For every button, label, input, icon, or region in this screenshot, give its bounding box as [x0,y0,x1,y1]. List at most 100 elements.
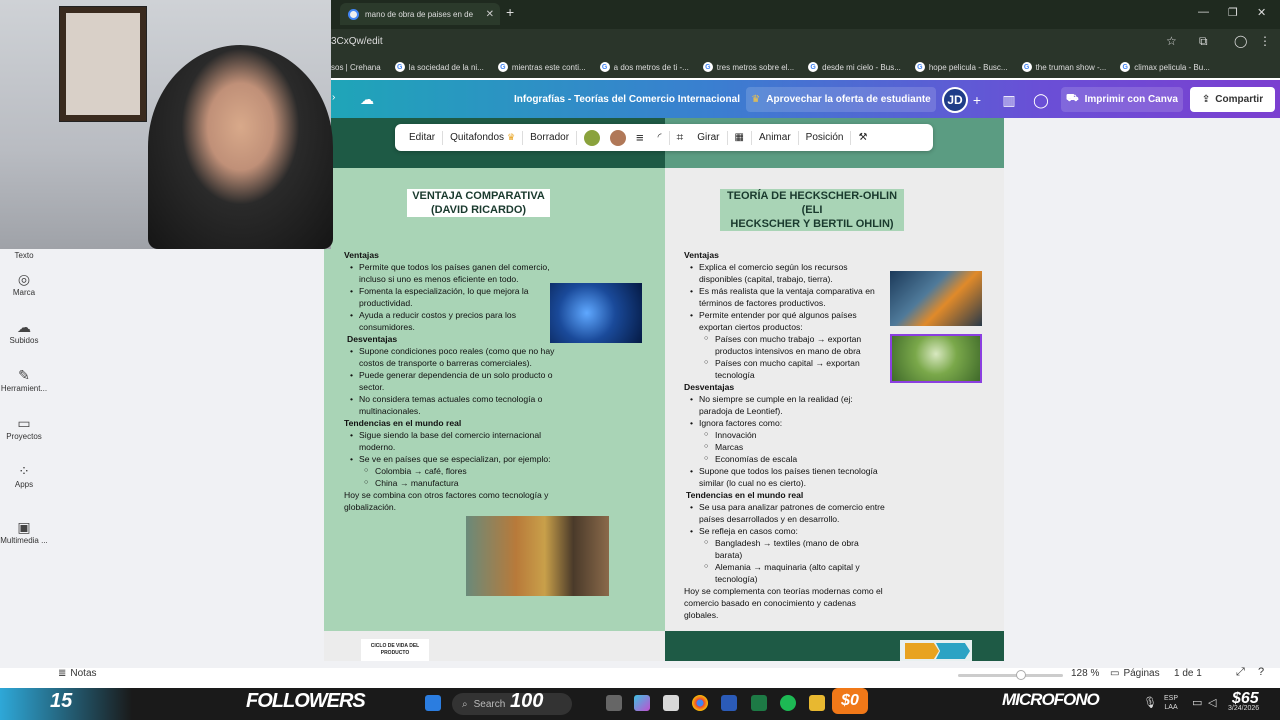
animate-button[interactable]: Animar [752,124,798,151]
sidebar-item-text[interactable]: Texto [0,251,48,260]
copilot-icon[interactable] [634,695,650,711]
list-item: Sigue siendo la base del comercio intern… [344,429,556,453]
profile-icon[interactable]: ◯ [1234,34,1247,48]
task-view-icon[interactable] [606,695,622,711]
add-collaborator-icon[interactable]: + [966,89,988,111]
apps-icon: ⁘ [18,463,30,479]
bookmark-item[interactable]: Gla sociedad de la ni... [394,62,484,72]
spotify-icon[interactable] [780,695,796,711]
list-item: Supone condiciones poco reales (como que… [344,345,556,369]
list-item: Ignora factores como: [684,417,888,429]
zoom-slider[interactable] [958,674,1063,677]
right-slide-title[interactable]: TEORÍA DE HECKSCHER-OHLIN (ELI HECKSCHER… [720,189,904,231]
minimize-icon[interactable]: — [1198,6,1209,18]
remove-background-button[interactable]: Quitafondos ♛ [443,124,522,151]
truck-icon: ⛟ [1066,93,1079,104]
sidebar-item-tools[interactable]: ✎ Herramient... [0,366,48,393]
student-offer-button[interactable]: ♛ Aprovechar la oferta de estudiante [746,87,936,112]
google-icon: G [1120,62,1131,72]
list-item: Permite entender por qué algunos países … [684,309,888,333]
left-slide-body[interactable]: Ventajas Permite que todos los países ga… [344,249,556,513]
language-indicator[interactable]: ESP LAA [1164,694,1178,712]
eraser-button[interactable]: Borrador [523,124,576,151]
list-item: Países con mucho capital → exportan tecn… [684,357,888,381]
extensions-icon[interactable]: ⧉ [1199,34,1208,49]
flip-button[interactable]: Girar [690,124,726,151]
followers-count: 15 [50,690,73,712]
bookmark-item[interactable]: Gthe truman show -... [1021,62,1106,72]
share-button[interactable]: ⇪ Compartir [1190,87,1275,112]
document-title[interactable]: Infografías - Teorías del Comercio Inter… [514,94,740,105]
microphone-icon[interactable]: 🎙 [1143,696,1157,709]
close-window-icon[interactable]: ✕ [1257,6,1266,19]
list-item: Se ve en países que se especializan, por… [344,453,556,465]
cloud-saved-icon[interactable]: ☁ [360,91,374,108]
url-text[interactable]: 3CxQw/edit [331,36,383,47]
left-slide-title[interactable]: VENTAJA COMPARATIVA (DAVID RICARDO) [407,189,550,217]
store-icon[interactable] [663,695,679,711]
zoom-slider-handle[interactable] [1016,670,1026,680]
crop-icon[interactable]: ⌗ [670,124,691,151]
list-item: Innovación [684,429,888,441]
notes-button[interactable]: ≣ Notas [58,668,97,679]
star-icon[interactable]: ☆ [1166,34,1177,48]
sidebar-item-media[interactable]: ▣ Multimedia ... [0,518,48,545]
browser-tab[interactable]: mano de obra de paises en de ✕ [340,3,500,25]
close-tab-icon[interactable]: ✕ [486,9,494,20]
list-item: Es más realista que la ventaja comparati… [684,285,888,309]
color-swatch-1[interactable] [577,124,607,151]
sidebar-item-brand[interactable]: ◎ Marca [0,270,48,297]
arrow-shape-orange [905,643,939,659]
edit-button[interactable]: Editar [402,124,442,151]
factory-robots-image[interactable] [890,271,982,326]
transparency-icon[interactable]: ▦ [728,124,751,151]
volume-icon[interactable]: ◁ [1208,696,1216,709]
comment-icon[interactable]: ◯ [1030,89,1052,111]
file-explorer-icon[interactable] [809,695,825,711]
zoom-level[interactable]: 128 % [1071,668,1099,679]
pages-button[interactable]: ▭ Páginas [1110,668,1160,679]
line-weight-icon[interactable]: ≡ [629,124,651,151]
color-swatch-2[interactable] [607,124,629,151]
list-item: Puede generar dependencia de un solo pro… [344,369,556,393]
help-icon[interactable]: ? [1258,666,1264,678]
paint-roller-icon[interactable]: ⚒ [851,124,874,151]
new-tab-icon[interactable]: + [506,4,514,20]
excel-icon[interactable] [751,695,767,711]
analytics-icon[interactable]: ▥ [998,89,1020,111]
world-network-image[interactable] [550,283,642,343]
cycle-label-box[interactable]: CICLO DE VIDA DEL PRODUCTO [361,639,429,661]
bookmark-item[interactable]: Gtres metros sobre el... [702,62,794,72]
sidebar-item-apps[interactable]: ⁘ Apps [0,462,48,489]
bookmark-item[interactable]: sos | Crehana [331,63,381,72]
list-item: No siempre se cumple en la realidad (ej:… [684,393,888,417]
bookmark-item[interactable]: Ghope pelicula - Busc... [914,62,1008,72]
bookmark-item[interactable]: Gdesde mi cielo - Bus... [808,62,901,72]
overlay-dollar-0: $0 [832,688,868,714]
chrome-icon[interactable] [692,695,708,711]
wall-picture [66,13,140,115]
chevron-right-icon[interactable]: › [332,92,335,103]
corner-rounding-icon[interactable]: ◜ [651,124,669,151]
print-button[interactable]: ⛟ Imprimir con Canva [1061,87,1183,112]
maximize-icon[interactable]: ❐ [1228,6,1238,19]
page-count: 1 de 1 [1174,668,1202,679]
bookmark-item[interactable]: Ga dos metros de ti -... [599,62,689,72]
workers-collage-image[interactable] [466,516,609,596]
vegetable-field-image[interactable] [890,334,982,383]
fullscreen-icon[interactable]: ⤢ [1236,666,1245,679]
sidebar-item-projects[interactable]: ▭ Proyectos [0,414,48,441]
streamer-person [148,45,333,249]
word-icon[interactable] [721,695,737,711]
network-icon[interactable]: ▭ [1192,696,1202,709]
windows-start-icon[interactable] [425,695,441,711]
menu-icon[interactable]: ⋮ [1259,34,1271,48]
avatar[interactable]: JD [942,87,968,113]
taskbar-date: 3/24/2026 [1228,705,1260,712]
bookmark-item[interactable]: Gclimax pelicula - Bu... [1120,62,1210,72]
sidebar-item-uploads[interactable]: ☁ Subidos [0,318,48,345]
bookmark-item[interactable]: Gmientras este conti... [497,62,586,72]
list-item: Fomenta la especialización, lo que mejor… [344,285,556,309]
right-slide-body[interactable]: Ventajas Explica el comercio según los r… [684,249,888,621]
position-button[interactable]: Posición [799,124,851,151]
